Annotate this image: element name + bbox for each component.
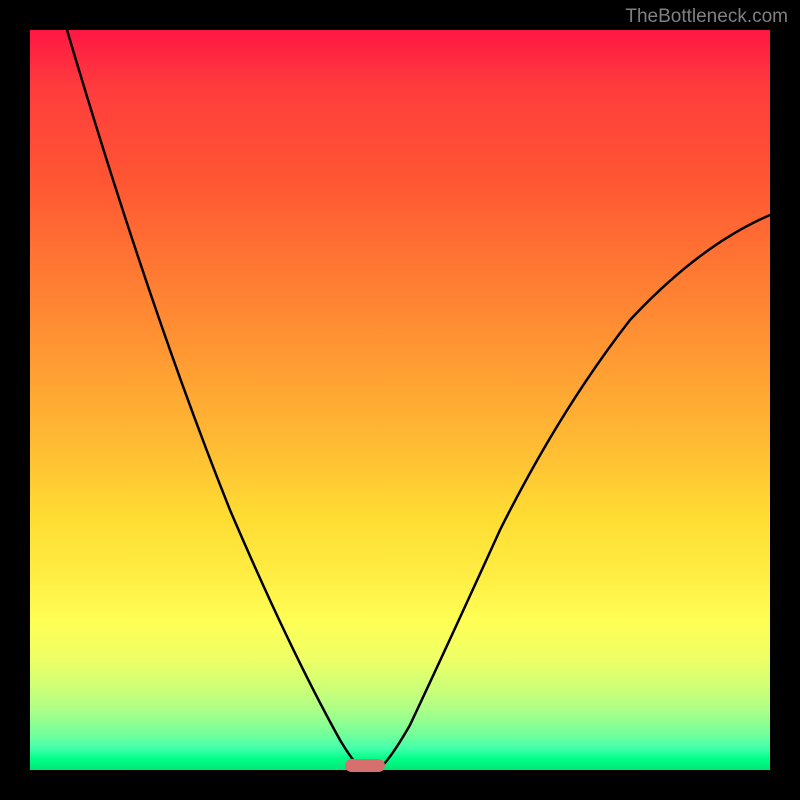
curve-plot xyxy=(30,30,770,770)
watermark-text: TheBottleneck.com xyxy=(625,6,788,28)
chart-container xyxy=(30,30,770,770)
gradient-background xyxy=(30,30,770,770)
optimal-marker xyxy=(345,759,385,772)
bottleneck-curve-right xyxy=(378,215,770,770)
bottleneck-curve-left xyxy=(67,30,363,770)
